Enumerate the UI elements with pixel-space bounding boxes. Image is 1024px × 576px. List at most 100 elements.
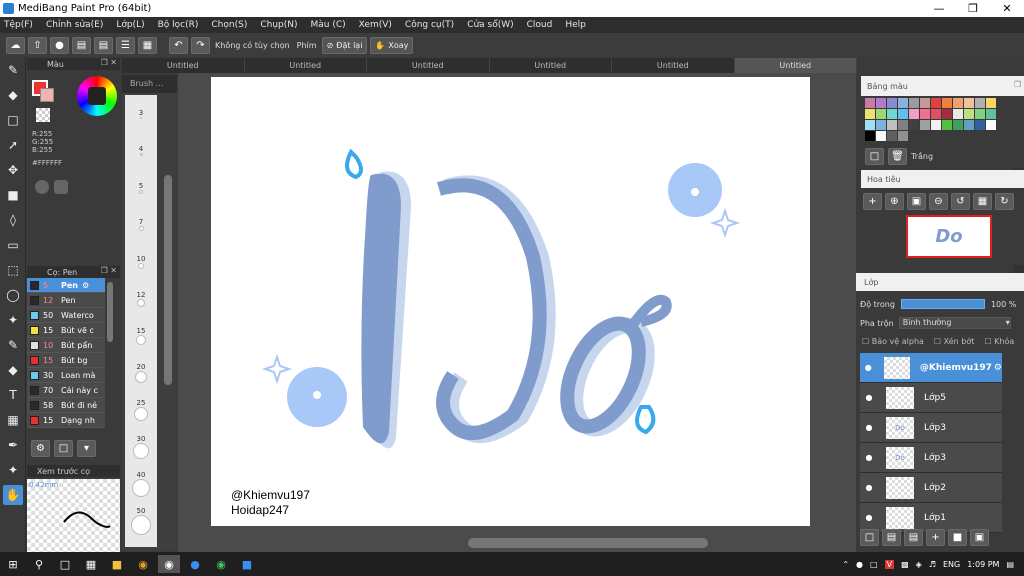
lock-checkbox[interactable]: ☐ Khóa bbox=[984, 337, 1014, 346]
tool-hand[interactable]: ✋ bbox=[3, 485, 23, 505]
palette-swatch[interactable] bbox=[953, 109, 963, 119]
document-button[interactable]: ▤ bbox=[94, 36, 113, 54]
menu-cloud[interactable]: Cloud bbox=[527, 20, 553, 30]
tool-gradient[interactable]: ▭ bbox=[3, 235, 23, 255]
tool-select[interactable]: ⬚ bbox=[3, 260, 23, 280]
close-button[interactable]: ✕ bbox=[990, 2, 1024, 15]
v-app-icon[interactable]: V bbox=[884, 559, 895, 569]
tool-pen[interactable]: ✒ bbox=[3, 435, 23, 455]
tab-untitled-active[interactable]: Untitled bbox=[734, 58, 857, 73]
palette-swatch[interactable] bbox=[865, 98, 875, 108]
palette-swatch[interactable] bbox=[865, 109, 875, 119]
palette-swatch[interactable] bbox=[876, 120, 886, 130]
menu-edit[interactable]: Chỉnh sửa(E) bbox=[46, 20, 103, 30]
brush-size-option[interactable]: 30 bbox=[125, 428, 157, 465]
brush-menu-button[interactable]: ▾ bbox=[77, 440, 96, 457]
brush-size-scrollbar[interactable] bbox=[164, 175, 172, 385]
flip-button[interactable]: ▦ bbox=[973, 193, 992, 210]
brush-item[interactable]: 15 Bút bg bbox=[27, 353, 105, 368]
delete-palette-button[interactable]: 🗑 bbox=[888, 148, 907, 165]
panel-close-icon[interactable]: ❐ bbox=[1014, 80, 1021, 89]
brush-size-option[interactable]: 10 bbox=[125, 243, 157, 280]
brush-size-option[interactable]: 50 bbox=[125, 502, 157, 539]
merge-button[interactable]: ▣ bbox=[970, 529, 989, 546]
brush-item[interactable]: 15 Bút vẽ c bbox=[27, 323, 105, 338]
palette-swatch[interactable] bbox=[953, 98, 963, 108]
brush-size-option[interactable]: 40 bbox=[125, 465, 157, 502]
new-layer-button[interactable]: □ bbox=[860, 529, 879, 546]
brush-settings-button[interactable]: ⚙ bbox=[31, 440, 50, 457]
brush-size-option[interactable]: 7 bbox=[125, 206, 157, 243]
rotate-right-button[interactable]: ↻ bbox=[995, 193, 1014, 210]
eye-icon[interactable]: ● bbox=[860, 393, 878, 402]
upload-button[interactable]: ⇧ bbox=[28, 36, 47, 54]
menu-help[interactable]: Help bbox=[565, 20, 586, 30]
eye-icon[interactable]: ● bbox=[860, 453, 878, 462]
tool-select-pen[interactable]: ✎ bbox=[3, 335, 23, 355]
navigator-thumbnail[interactable]: Do bbox=[906, 215, 992, 258]
tool-divide[interactable]: ▦ bbox=[3, 410, 23, 430]
layer-row[interactable]: ● Do Lớp3 bbox=[860, 413, 1002, 443]
background-color-swatch[interactable] bbox=[40, 88, 54, 102]
search-button[interactable]: ⚲ bbox=[28, 555, 50, 573]
medibang-button[interactable]: ◉ bbox=[158, 555, 180, 573]
brush-list-scrollbar[interactable] bbox=[107, 282, 113, 342]
menu-window[interactable]: Cửa sổ(W) bbox=[467, 20, 513, 30]
palette-swatch[interactable] bbox=[964, 120, 974, 130]
brush-size-option[interactable]: 20 bbox=[125, 354, 157, 391]
messenger-button[interactable]: ● bbox=[184, 555, 206, 573]
maximize-button[interactable]: ❐ bbox=[956, 2, 990, 15]
zoom-in-button[interactable]: + bbox=[863, 193, 882, 210]
wifi-icon[interactable]: ◈ bbox=[916, 560, 922, 569]
tool-eraser[interactable]: ◆ bbox=[3, 85, 23, 105]
tool-lasso[interactable]: ◯ bbox=[3, 285, 23, 305]
palette-swatch[interactable] bbox=[920, 120, 930, 130]
display-icon[interactable]: □ bbox=[870, 560, 878, 569]
brush-item[interactable]: 70 Cái này c bbox=[27, 383, 105, 398]
menu-filter[interactable]: Bộ lọc(R) bbox=[158, 20, 199, 30]
list-button[interactable]: ☰ bbox=[116, 36, 135, 54]
brush-size-option[interactable]: 4 bbox=[125, 132, 157, 169]
eye-icon[interactable]: ● bbox=[860, 423, 878, 432]
notification-icon[interactable]: ▤ bbox=[1006, 560, 1014, 569]
palette-swatch[interactable] bbox=[931, 98, 941, 108]
tool-magic-wand[interactable]: ✦ bbox=[3, 310, 23, 330]
copy-layer-button[interactable]: ▤ bbox=[904, 529, 923, 546]
menu-layer[interactable]: Lớp(L) bbox=[116, 20, 144, 30]
brush-size-option[interactable]: 15 bbox=[125, 317, 157, 354]
palette-swatch[interactable] bbox=[975, 109, 985, 119]
palette-swatch[interactable] bbox=[865, 120, 875, 130]
tab-untitled[interactable]: Untitled bbox=[367, 58, 490, 73]
brush-item[interactable]: 50 Waterco bbox=[27, 308, 105, 323]
palette-swatch[interactable] bbox=[898, 131, 908, 141]
tab-untitled[interactable]: Untitled bbox=[612, 58, 735, 73]
start-button[interactable]: ⊞ bbox=[2, 555, 24, 573]
layer-row[interactable]: ● Lớp5 bbox=[860, 383, 1002, 413]
clipping-checkbox[interactable]: ☐ Xén bớt bbox=[934, 337, 974, 346]
duplicate-layer-button[interactable]: ▤ bbox=[882, 529, 901, 546]
palette-swatch[interactable] bbox=[887, 109, 897, 119]
palette-swatch[interactable] bbox=[876, 131, 886, 141]
menu-select[interactable]: Chọn(S) bbox=[211, 20, 247, 30]
palette-swatch[interactable] bbox=[898, 120, 908, 130]
rotate-button[interactable]: ✋ Xoay bbox=[370, 36, 414, 54]
tool-brush[interactable]: ✎ bbox=[3, 60, 23, 80]
tool-fill-rect[interactable]: ■ bbox=[3, 185, 23, 205]
tool-rectangle[interactable]: □ bbox=[3, 110, 23, 130]
transparent-swatch[interactable] bbox=[36, 108, 50, 122]
eye-icon[interactable]: ● bbox=[860, 483, 878, 492]
redo-button[interactable]: ↷ bbox=[191, 36, 210, 54]
palette-swatch[interactable] bbox=[964, 98, 974, 108]
microphone-icon[interactable]: ● bbox=[856, 560, 863, 569]
palette-swatch[interactable] bbox=[898, 98, 908, 108]
cloud-button[interactable]: ☁ bbox=[6, 36, 25, 54]
folder-button[interactable]: ■ bbox=[948, 529, 967, 546]
zoom-out-button[interactable]: ⊖ bbox=[929, 193, 948, 210]
palette-swatch[interactable] bbox=[898, 109, 908, 119]
layer-row[interactable]: ● Lớp2 bbox=[860, 473, 1002, 503]
new-palette-button[interactable]: □ bbox=[865, 148, 884, 165]
minimize-button[interactable]: — bbox=[922, 2, 956, 15]
chevron-up-icon[interactable]: ⌃ bbox=[842, 560, 849, 569]
layer-row[interactable]: ● @Khiemvu197 ⚙ bbox=[860, 353, 1002, 383]
gear-icon[interactable]: ⚙ bbox=[82, 281, 89, 290]
